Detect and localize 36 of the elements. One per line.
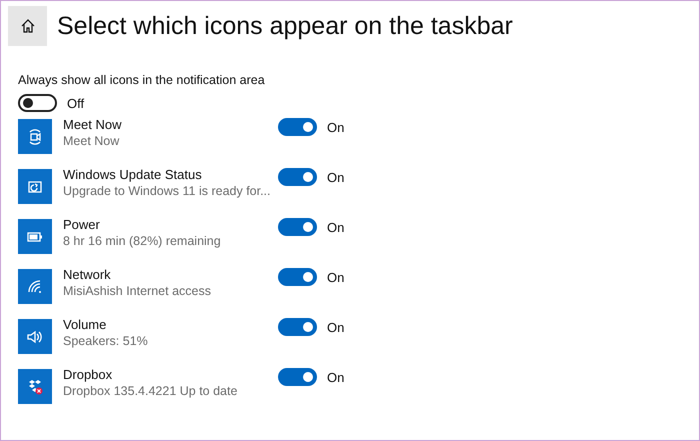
item-detail: 8 hr 16 min (82%) remaining [63,234,222,248]
home-icon [20,19,34,33]
dropbox-error-icon [27,378,43,394]
item-detail: MisiAshish Internet access [63,284,212,298]
item-detail: Meet Now [63,134,120,148]
item-name: Windows Update Status [63,167,203,182]
page-title: Select which icons appear on the taskbar [57,12,513,40]
toggle-switch[interactable] [18,94,57,112]
item-detail: Upgrade to Windows 11 is ready for... [63,184,272,198]
setting-label: Always show all icons in the notification area [18,73,266,87]
toggle-state: On [327,320,344,334]
toggle-switch[interactable] [278,268,317,286]
toggle-state: On [327,270,344,284]
battery-icon [27,232,43,242]
toggle-state: On [327,120,344,134]
monitor-icon [27,178,43,194]
item-name: Meet Now [63,117,123,132]
item-detail: Dropbox 135.4.4221 Up to date [63,384,238,398]
toggle-state: On [327,170,344,184]
home-button[interactable] [8,6,47,46]
wifi-icon [28,280,42,294]
toggle-switch[interactable] [278,118,317,136]
camera-icon [28,128,42,144]
item-name: Network [63,267,112,282]
item-detail: Speakers: 51% [63,334,149,348]
toggle-state: Off [67,96,84,110]
item-name: Power [63,217,101,232]
toggle-state: On [327,370,344,384]
toggle-switch[interactable] [278,368,317,386]
toggle-switch[interactable] [278,218,317,236]
toggle-switch[interactable] [278,318,317,336]
speaker-icon [27,330,43,344]
item-name: Dropbox [63,367,114,382]
toggle-state: On [327,220,344,234]
item-name: Volume [63,317,108,332]
toggle-switch[interactable] [278,168,317,186]
